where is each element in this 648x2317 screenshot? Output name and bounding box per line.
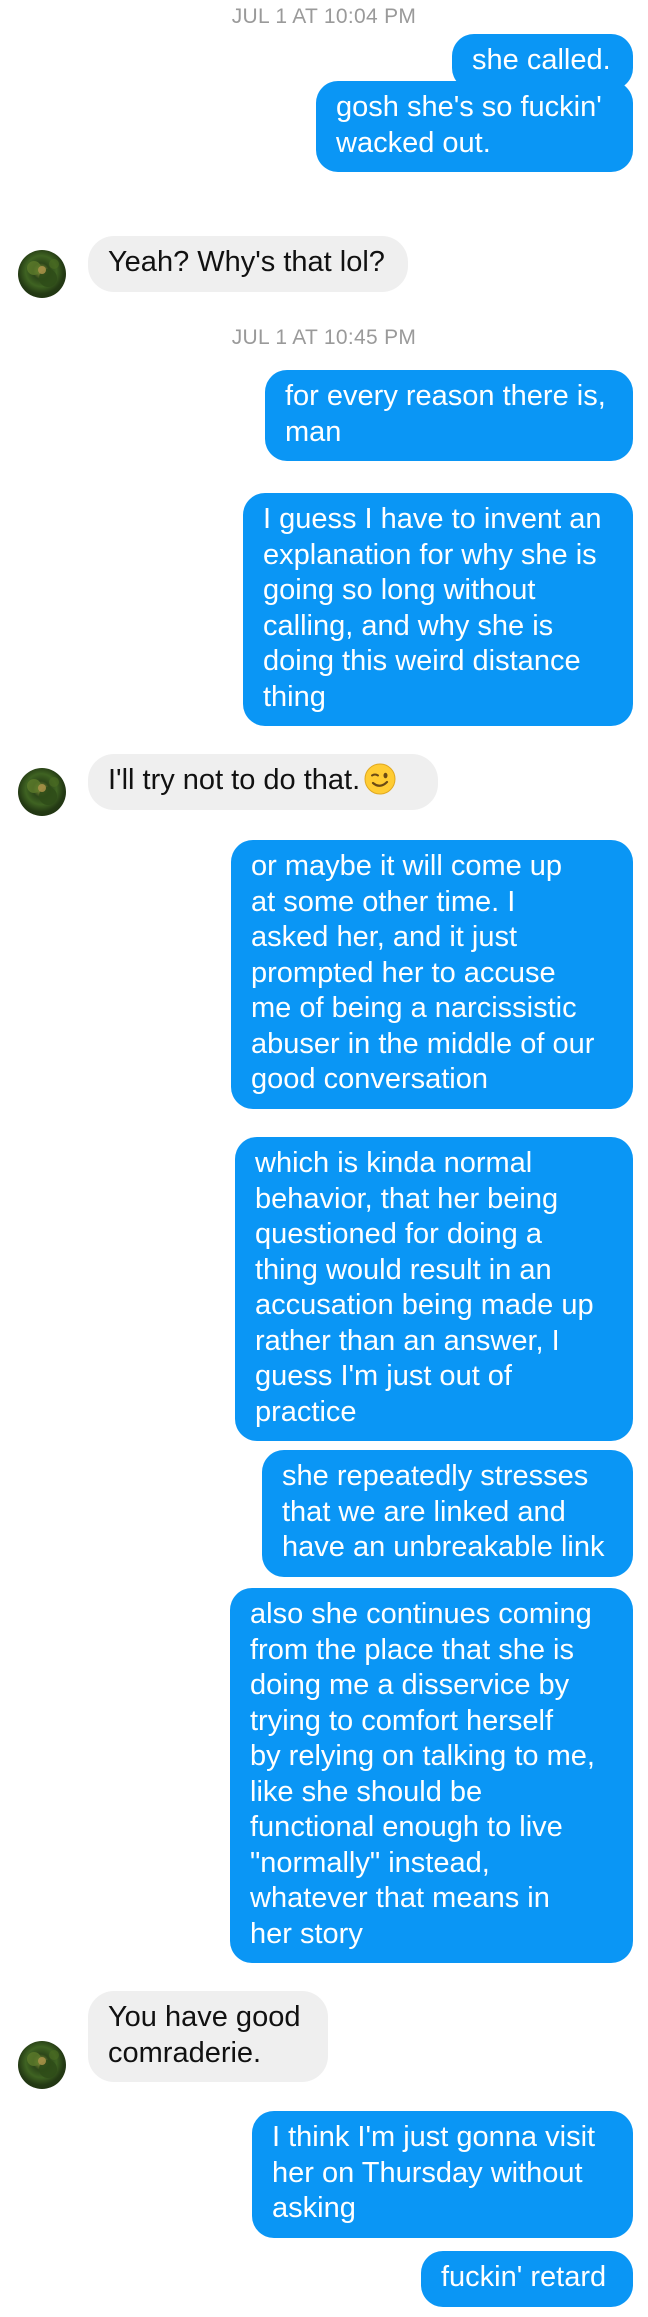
outgoing-message[interactable]: gosh she's so fuckin' wacked out. <box>316 81 633 172</box>
contact-avatar-image <box>27 2050 59 2078</box>
outgoing-message[interactable]: which is kinda normal behavior, that her… <box>235 1137 633 1441</box>
outgoing-message[interactable]: I guess I have to invent an explanation … <box>243 493 633 726</box>
contact-avatar-image <box>27 777 59 805</box>
outgoing-message[interactable]: fuckin' retard <box>421 2251 633 2307</box>
winking-face-emoji <box>364 763 396 795</box>
incoming-message[interactable]: You have good comraderie. <box>88 1991 328 2082</box>
contact-avatar-image <box>27 259 59 287</box>
message-thread[interactable]: JUL 1 AT 10:04 PM she called. gosh she's… <box>0 0 648 2317</box>
timestamp: JUL 1 AT 10:45 PM <box>231 326 417 349</box>
contact-avatar[interactable] <box>18 250 66 298</box>
message-text: I'll try not to do that. <box>108 764 361 796</box>
outgoing-message[interactable]: she repeatedly stresses that we are link… <box>262 1450 633 1577</box>
outgoing-message[interactable]: also she continues coming from the place… <box>230 1588 633 1963</box>
outgoing-message[interactable]: I think I'm just gonna visit her on Thur… <box>252 2111 633 2238</box>
contact-avatar[interactable] <box>18 2041 66 2089</box>
incoming-message[interactable]: Yeah? Why's that lol? <box>88 236 408 292</box>
outgoing-message[interactable]: for every reason there is, man <box>265 370 633 461</box>
incoming-message[interactable]: I'll try not to do that. <box>88 754 438 810</box>
timestamp: JUL 1 AT 10:04 PM <box>231 5 417 28</box>
outgoing-message[interactable]: or maybe it will come up at some other t… <box>231 840 633 1109</box>
contact-avatar[interactable] <box>18 768 66 816</box>
